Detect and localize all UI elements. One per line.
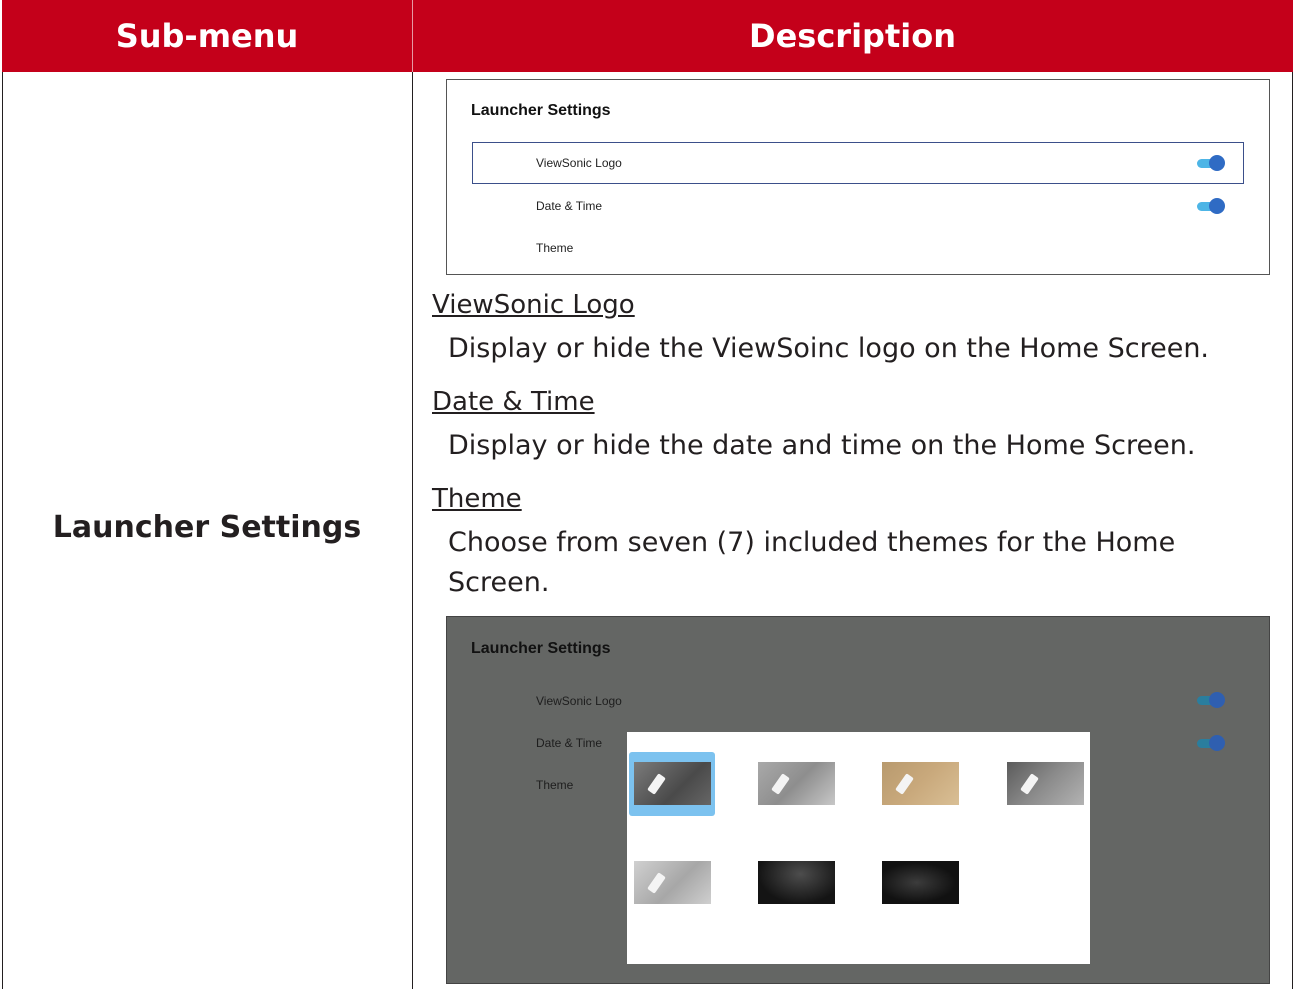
theme-thumbnail-4[interactable]: [1007, 762, 1084, 805]
theme-accent-shape: [1020, 773, 1039, 795]
section-body-theme: Choose from seven (7) included themes fo…: [448, 527, 1176, 598]
table-border-right: [1292, 72, 1293, 989]
submenu-name: Launcher Settings: [52, 510, 362, 545]
theme-accent-shape: [771, 773, 790, 795]
setting-theme[interactable]: Theme: [536, 778, 573, 792]
section-body-viewsonic-logo: Display or hide the ViewSoinc logo on th…: [448, 333, 1210, 364]
toggle-knob: [1209, 735, 1225, 751]
section-heading-theme: Theme: [432, 484, 522, 514]
theme-accent-shape: [895, 773, 914, 795]
toggle-knob: [1209, 155, 1225, 171]
section-body-date-time: Display or hide the date and time on the…: [448, 430, 1196, 461]
screenshot-title: Launcher Settings: [471, 640, 611, 657]
setting-viewsonic-logo[interactable]: ViewSonic Logo: [536, 694, 622, 708]
setting-viewsonic-logo[interactable]: ViewSonic Logo: [536, 156, 622, 170]
launcher-settings-screenshot: Launcher Settings ViewSonic Logo Date & …: [446, 79, 1270, 275]
table-column-divider: [412, 72, 413, 989]
setting-date-time[interactable]: Date & Time: [536, 736, 602, 750]
table-header-row: Sub-menu Description: [2, 0, 1293, 72]
header-description: Description: [749, 17, 956, 55]
theme-thumbnail-6[interactable]: [758, 861, 835, 904]
toggle-knob: [1209, 198, 1225, 214]
toggle-knob: [1209, 692, 1225, 708]
setting-theme[interactable]: Theme: [536, 241, 573, 255]
screenshot-title: Launcher Settings: [471, 102, 611, 119]
header-submenu: Sub-menu: [115, 17, 299, 55]
theme-thumbnail-3[interactable]: [882, 762, 959, 805]
theme-selection-panel: [627, 732, 1090, 964]
setting-date-time[interactable]: Date & Time: [536, 199, 602, 213]
viewsonic-logo-toggle[interactable]: [1197, 155, 1225, 171]
date-time-toggle[interactable]: [1197, 735, 1225, 751]
theme-thumbnail-7[interactable]: [882, 861, 959, 904]
theme-thumbnail-1[interactable]: [634, 762, 711, 805]
theme-accent-shape: [647, 872, 666, 894]
theme-thumbnail-5[interactable]: [634, 861, 711, 904]
section-heading-date-time: Date & Time: [432, 387, 595, 417]
viewsonic-logo-toggle[interactable]: [1197, 692, 1225, 708]
section-heading-viewsonic-logo: ViewSonic Logo: [432, 290, 635, 320]
theme-picker-screenshot: Launcher Settings ViewSonic Logo Date & …: [446, 616, 1270, 984]
theme-thumbnail-2[interactable]: [758, 762, 835, 805]
date-time-toggle[interactable]: [1197, 198, 1225, 214]
theme-accent-shape: [647, 773, 666, 795]
